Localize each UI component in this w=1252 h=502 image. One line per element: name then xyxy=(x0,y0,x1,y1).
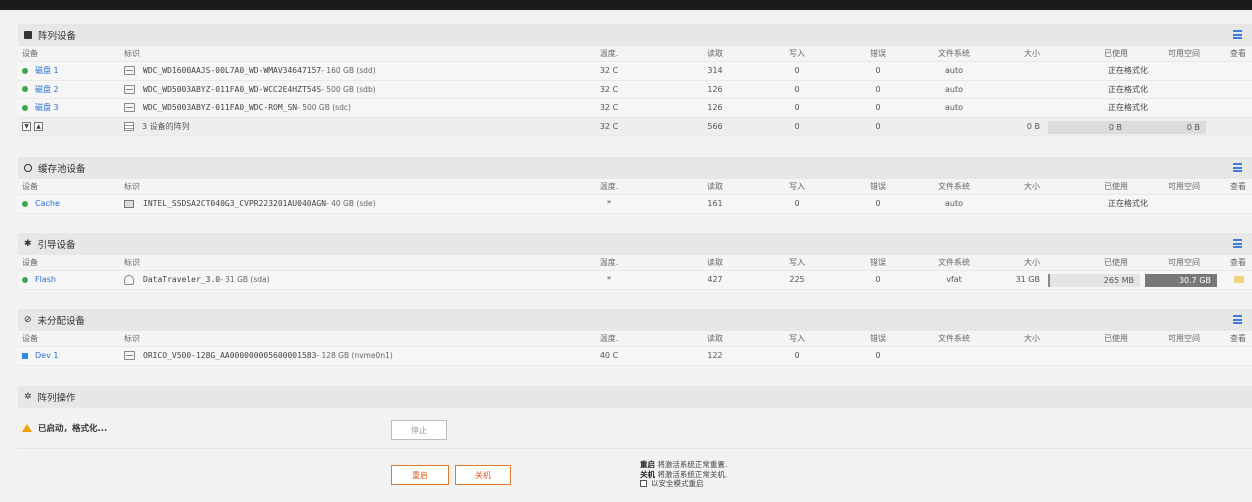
status-online-icon xyxy=(22,67,28,74)
table-row: Dev 1 ORICO_V500-128G_AA0000000056000015… xyxy=(18,347,1252,366)
table-row: 磁盘 1 WDC_WD1600AAJS-00L7A0_WD-WMAV346471… xyxy=(18,62,1252,81)
status-unassigned-icon xyxy=(22,352,28,359)
stop-button[interactable]: 停止 xyxy=(391,420,447,440)
panel-title: 阵列设备 xyxy=(38,31,77,42)
table-row: 磁盘 3 WDC_WD5003ABYZ-011FA0_WDC-ROM_SN - … xyxy=(18,99,1252,118)
list-view-icon[interactable] xyxy=(1233,315,1242,324)
list-view-icon[interactable] xyxy=(1233,163,1242,172)
formatting-status: 正在格式化 xyxy=(1108,199,1148,209)
status-text: 已启动，格式化... xyxy=(38,424,108,434)
cache-pool-header: 缓存池设备 xyxy=(18,157,1252,179)
device-link[interactable]: Flash xyxy=(35,275,56,284)
top-nav-bar xyxy=(0,0,1252,10)
status-online-icon xyxy=(22,86,28,93)
disk-icon xyxy=(124,66,135,76)
panel-title: 阵列操作 xyxy=(37,393,76,404)
cache-icon xyxy=(24,164,32,172)
gear-icon: ✲ xyxy=(24,392,32,402)
device-link[interactable]: 磁盘 3 xyxy=(35,102,59,113)
disk-icon xyxy=(124,84,135,94)
array-status: 已启动，格式化... xyxy=(22,422,107,434)
hdd-icon xyxy=(24,31,32,39)
table-header: 设备 标识 温度. 读取 写入 错误 文件系统 大小 已使用 可用空间 查看 xyxy=(18,331,1252,347)
paw-icon: ✱ xyxy=(24,239,32,249)
unlink-icon: ⊘ xyxy=(24,315,32,325)
device-id: ORICO_V500-128G_AA000000005600001583 xyxy=(143,351,317,361)
device-info: - 128 GB (nvme0n1) xyxy=(316,351,393,361)
disk-icon xyxy=(124,103,135,113)
used-bar: 0 B xyxy=(1048,120,1128,134)
free-bar: 30.7 GB xyxy=(1145,274,1217,287)
device-link[interactable]: 磁盘 1 xyxy=(35,65,59,76)
device-id: DataTraveler_3.0 xyxy=(143,275,221,285)
disk-icon xyxy=(124,351,135,361)
device-id: WDC_WD1600AAJS-00L7A0_WD-WMAV34647157 xyxy=(143,66,322,76)
expand-icon[interactable]: ▲ xyxy=(34,121,43,131)
safe-mode-checkbox[interactable] xyxy=(640,480,647,487)
array-devices-panel: 阵列设备 设备 标识 温度. 读取 写入 错误 文件系统 大小 已使用 可用空间… xyxy=(18,24,1252,136)
formatting-status: 正在格式化 xyxy=(1108,84,1148,94)
status-online-icon xyxy=(22,104,28,111)
array-icon xyxy=(124,121,134,131)
used-bar: 265 MB xyxy=(1048,274,1140,287)
reboot-button[interactable]: 重启 xyxy=(391,465,449,485)
device-info: - 160 GB (sdd) xyxy=(321,66,376,76)
array-devices-header: 阵列设备 xyxy=(18,24,1252,46)
operations-body: 已启动，格式化... 停止 重启 关机 重启 将激活系统正常重置. 关机 将激活… xyxy=(18,408,1252,502)
device-id: WDC_WD5003ABYZ-011FA0_WD-WCC2E4HZT54S xyxy=(143,84,322,94)
unassigned-devices-header: ⊘ 未分配设备 xyxy=(18,309,1252,331)
table-header: 设备 标识 温度. 读取 写入 错误 文件系统 大小 已使用 可用空间 查看 xyxy=(18,179,1252,195)
divider xyxy=(18,448,1252,449)
table-row: Cache INTEL_SSDSA2CT040G3_CVPR223201AU04… xyxy=(18,195,1252,214)
array-summary-label: 3 设备的阵列 xyxy=(142,121,190,131)
array-operations-header: ✲ 阵列操作 xyxy=(18,386,1252,408)
array-summary-row: ▼ ▲ 3 设备的阵列 32 C 566 0 0 0 B 0 B 0 B xyxy=(18,117,1252,136)
device-info: - 40 GB (sde) xyxy=(326,199,376,209)
status-online-icon xyxy=(22,276,28,283)
shutdown-button[interactable]: 关机 xyxy=(455,465,511,485)
device-link[interactable]: Dev 1 xyxy=(35,351,58,360)
array-operations-panel: ✲ 阵列操作 已启动，格式化... 停止 重启 关机 重启 将激活系统正常重置.… xyxy=(18,386,1252,502)
list-view-icon[interactable] xyxy=(1233,30,1242,39)
boot-device-header: ✱ 引导设备 xyxy=(18,233,1252,255)
panel-title: 引导设备 xyxy=(37,240,76,251)
table-row: 磁盘 2 WDC_WD5003ABYZ-011FA0_WD-WCC2E4HZT5… xyxy=(18,80,1252,99)
panel-title: 未分配设备 xyxy=(37,316,86,327)
ssd-icon xyxy=(124,199,134,208)
formatting-status: 正在格式化 xyxy=(1108,103,1148,113)
status-online-icon xyxy=(22,200,28,207)
device-info: - 500 GB (sdb) xyxy=(321,84,376,94)
boot-device-panel: ✱ 引导设备 设备 标识 温度. 读取 写入 错误 文件系统 大小 已使用 可用… xyxy=(18,233,1252,290)
free-bar: 0 B xyxy=(1126,120,1206,134)
warning-icon xyxy=(22,424,32,432)
device-link[interactable]: Cache xyxy=(35,199,60,208)
device-info: - 500 GB (sdc) xyxy=(297,103,351,113)
collapse-icon[interactable]: ▼ xyxy=(22,121,31,131)
panel-title: 缓存池设备 xyxy=(38,164,86,175)
device-id: INTEL_SSDSA2CT040G3_CVPR223201AU040AGN xyxy=(143,199,327,209)
table-header: 设备 标识 温度. 读取 写入 错误 文件系统 大小 已使用 可用空间 查看 xyxy=(18,255,1252,271)
formatting-status: 正在格式化 xyxy=(1108,66,1148,76)
power-note: 重启 将激活系统正常重置. 关机 将激活系统正常关机. 以安全模式重启 xyxy=(640,460,728,488)
safe-mode-label: 以安全模式重启 xyxy=(651,479,704,488)
list-view-icon[interactable] xyxy=(1233,239,1242,248)
device-link[interactable]: 磁盘 2 xyxy=(35,84,59,95)
usb-drive-icon xyxy=(124,274,134,285)
device-info: - 31 GB (sda) xyxy=(220,275,270,285)
device-id: WDC_WD5003ABYZ-011FA0_WDC-ROM_SN xyxy=(143,103,298,113)
browse-folder-icon[interactable] xyxy=(1234,276,1244,284)
table-header: 设备 标识 温度. 读取 写入 错误 文件系统 大小 已使用 可用空间 查看 xyxy=(18,46,1252,62)
cache-pool-panel: 缓存池设备 设备 标识 温度. 读取 写入 错误 文件系统 大小 已使用 可用空… xyxy=(18,157,1252,214)
unassigned-devices-panel: ⊘ 未分配设备 设备 标识 温度. 读取 写入 错误 文件系统 大小 已使用 可… xyxy=(18,309,1252,366)
table-row: Flash DataTraveler_3.0 - 31 GB (sda) * 4… xyxy=(18,271,1252,290)
